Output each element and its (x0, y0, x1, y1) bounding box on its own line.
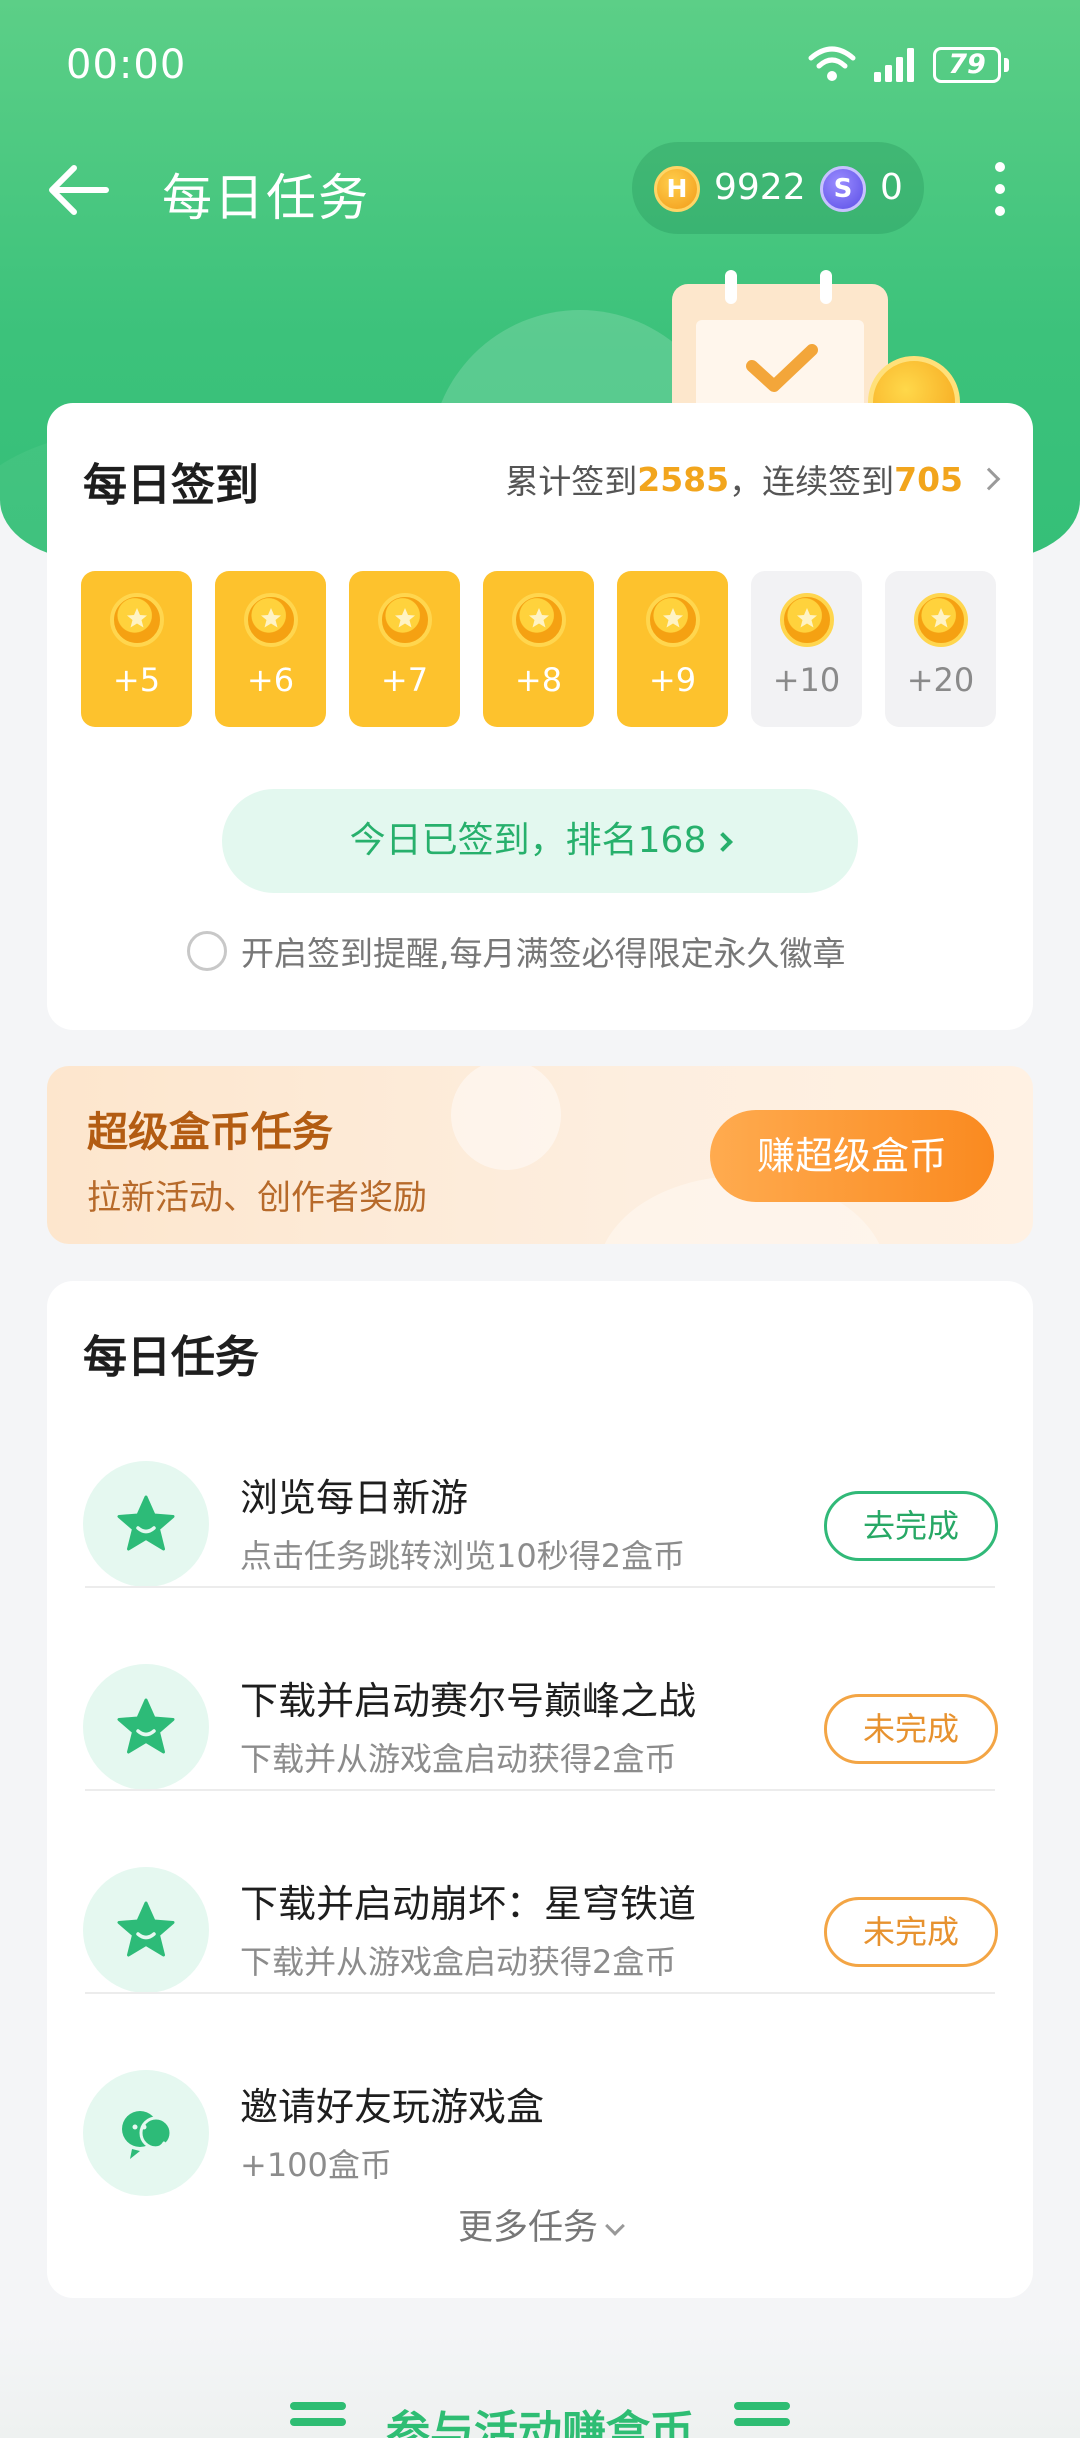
coin-icon (780, 593, 834, 647)
coin-icon (110, 593, 164, 647)
coin-icon (914, 593, 968, 647)
star-icon (83, 1867, 209, 1993)
super-coin-task-banner: 超级盒币任务 拉新活动、创作者奖励 赚超级盒币 (47, 1066, 1033, 1244)
coin-icon (646, 593, 700, 647)
coin-balance[interactable]: H 9922 S 0 (632, 142, 924, 234)
task-subtitle: 下载并从游戏盒启动获得2盒币 (240, 1943, 677, 1981)
signed-today-button[interactable]: 今日已签到，排名168 (222, 789, 858, 893)
daily-signin-card: 每日签到 累计签到 2585 ，连续签到 705 +5 +6 +7 +8 +9 (47, 403, 1033, 1030)
wifi-icon (808, 46, 856, 81)
streak-signin-days: 705 (894, 459, 963, 499)
signin-reminder: 开启签到提醒,每月满签必得限定永久徽章 (187, 927, 846, 975)
status-bar: 00:00 79 (0, 0, 1080, 135)
signin-day: +9 (617, 571, 728, 727)
daily-tasks-card: 每日任务 浏览每日新游 点击任务跳转浏览10秒得2盒币 去完成 下载并启动赛尔号… (47, 1281, 1033, 2298)
coin-icon (378, 593, 432, 647)
day-reward: +7 (380, 661, 429, 699)
day-reward: +8 (514, 661, 563, 699)
task-item[interactable]: 邀请好友玩游戏盒 +100盒币 (47, 2028, 1033, 2228)
day-reward: +9 (648, 661, 697, 699)
battery-icon: 79 (933, 47, 1009, 83)
signin-day: +5 (81, 571, 192, 727)
task-title: 浏览每日新游 (240, 1476, 469, 1520)
stats-total-label: 累计签到 (505, 462, 638, 501)
signed-today-label: 今日已签到，排名168 (349, 820, 707, 861)
day-reward: +5 (112, 661, 161, 699)
more-tasks-label: 更多任务 (457, 2208, 598, 2248)
task-title: 下载并启动赛尔号巅峰之战 (240, 1679, 697, 1723)
divider (85, 1586, 995, 1588)
top-nav: 每日任务 H 9922 S 0 (0, 140, 1080, 240)
day-reward: +6 (246, 661, 295, 699)
more-tasks-button[interactable]: 更多任务 (47, 2199, 1033, 2250)
invite-friends-icon (83, 2070, 209, 2196)
signin-day: +6 (215, 571, 326, 727)
s-coin-count: 0 (880, 167, 903, 208)
reminder-text: 开启签到提醒,每月满签必得限定永久徽章 (241, 934, 846, 973)
star-icon (83, 1664, 209, 1790)
task-item[interactable]: 下载并启动赛尔号巅峰之战 下载并从游戏盒启动获得2盒币 未完成 (47, 1622, 1033, 1822)
h-coin-icon: H (654, 166, 700, 212)
signin-day: +7 (349, 571, 460, 727)
reminder-radio[interactable] (187, 931, 227, 971)
chevron-down-icon (605, 2216, 625, 2236)
task-subtitle: +100盒币 (240, 2146, 392, 2184)
decorative-coin (451, 1066, 561, 1170)
signin-title: 每日签到 (83, 460, 259, 511)
day-reward: +20 (906, 661, 975, 699)
activity-banner[interactable]: 参与活动赚盒币 (0, 2330, 1080, 2438)
h-coin-count: 9922 (714, 167, 806, 208)
battery-level: 79 (933, 47, 1001, 83)
signal-icon (874, 48, 914, 82)
calendar-check-icon (672, 270, 888, 420)
go-complete-button[interactable]: 去完成 (824, 1491, 998, 1561)
page-title: 每日任务 (162, 169, 370, 227)
total-signin-days: 2585 (637, 459, 730, 499)
tasks-title: 每日任务 (83, 1332, 259, 1383)
signin-stats[interactable]: 累计签到 2585 ，连续签到 705 (505, 455, 1003, 503)
task-subtitle: 点击任务跳转浏览10秒得2盒币 (240, 1537, 686, 1575)
coin-icon (512, 593, 566, 647)
coin-icon (244, 593, 298, 647)
task-title: 下载并启动崩坏：星穹铁道 (240, 1882, 697, 1926)
s-coin-icon: S (820, 166, 866, 212)
task-item[interactable]: 下载并启动崩坏：星穹铁道 下载并从游戏盒启动获得2盒币 未完成 (47, 1825, 1033, 2025)
signin-day: +8 (483, 571, 594, 727)
earn-super-coins-button[interactable]: 赚超级盒币 (710, 1110, 994, 1202)
super-task-title: 超级盒币任务 (87, 1108, 333, 1156)
activity-banner-text: 参与活动赚盒币 (386, 2407, 694, 2438)
signin-day: +10 (751, 571, 862, 727)
star-icon (83, 1461, 209, 1587)
divider (85, 1992, 995, 1994)
task-title: 邀请好友玩游戏盒 (240, 2085, 545, 2129)
task-subtitle: 下载并从游戏盒启动获得2盒币 (240, 1740, 677, 1778)
incomplete-button[interactable]: 未完成 (824, 1897, 998, 1967)
signin-day: +20 (885, 571, 996, 727)
back-arrow-icon[interactable] (46, 160, 112, 220)
day-reward: +10 (772, 661, 841, 699)
incomplete-button[interactable]: 未完成 (824, 1694, 998, 1764)
divider (85, 1789, 995, 1791)
stats-streak-label: ，连续签到 (729, 462, 895, 501)
task-item[interactable]: 浏览每日新游 点击任务跳转浏览10秒得2盒币 去完成 (47, 1419, 1033, 1619)
more-options-icon[interactable] (980, 154, 1020, 226)
status-time: 00:00 (66, 42, 187, 88)
signin-days-row: +5 +6 +7 +8 +9 +10 +20 (81, 571, 1001, 727)
super-task-subtitle: 拉新活动、创作者奖励 (87, 1178, 427, 1218)
chevron-right-icon (977, 467, 1001, 491)
chevron-right-icon (713, 832, 734, 852)
